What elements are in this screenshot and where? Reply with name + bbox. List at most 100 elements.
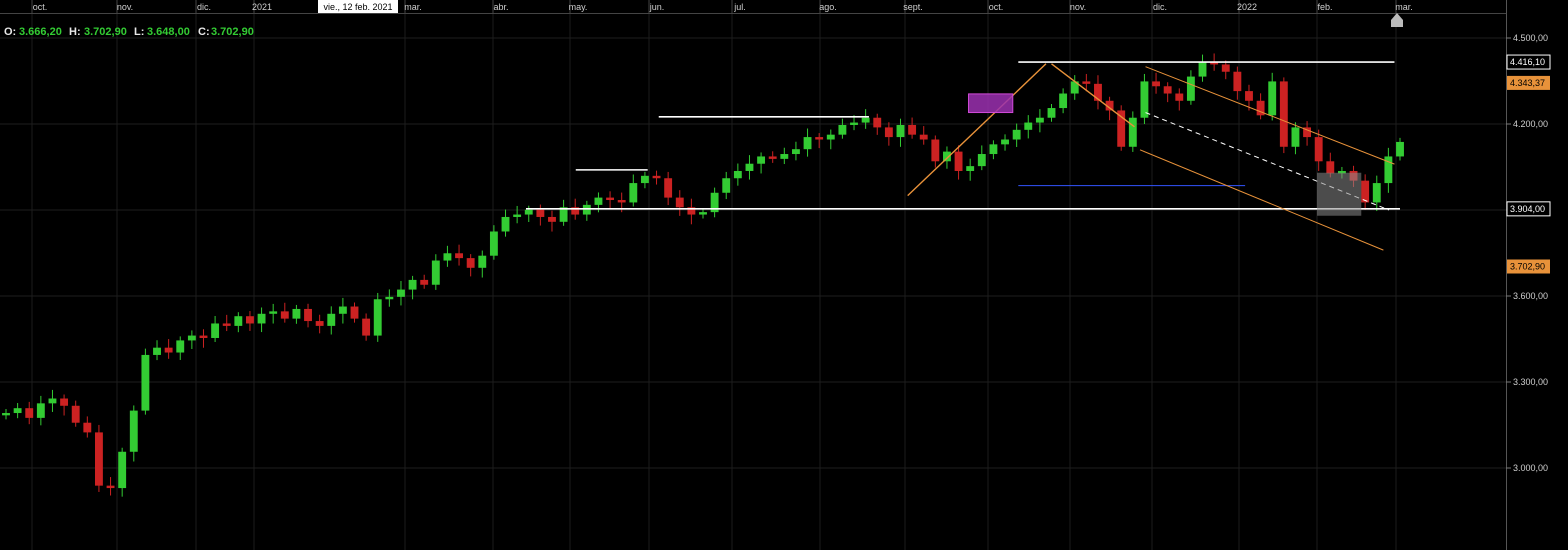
candle-down: [1361, 180, 1370, 203]
candle-up: [1012, 129, 1021, 140]
candle-up: [385, 296, 394, 300]
candle-down: [1163, 86, 1172, 94]
candle-up: [408, 279, 417, 290]
high-key: H:: [69, 26, 81, 38]
candle-up: [431, 260, 440, 285]
time-axis-label: dic.: [1153, 2, 1167, 12]
time-axis-label: 2022: [1237, 2, 1257, 12]
candle-up: [861, 117, 870, 123]
candle-up: [722, 178, 731, 193]
candle-up: [791, 149, 800, 155]
time-axis-label: oct.: [33, 2, 48, 12]
candle-up: [501, 216, 510, 232]
candle-down: [94, 432, 103, 486]
candle-up: [1059, 93, 1068, 109]
time-axis-label: oct.: [989, 2, 1004, 12]
candle-up: [443, 253, 452, 261]
candle-down: [908, 124, 917, 135]
candle-up: [373, 299, 382, 336]
candle-up: [153, 347, 161, 355]
candle-down: [536, 209, 545, 217]
time-axis-label: jul.: [733, 2, 746, 12]
time-axis-label: jun.: [649, 2, 665, 12]
candle-down: [1314, 137, 1323, 162]
candle-up: [850, 122, 858, 125]
candle-up: [780, 154, 789, 159]
price-tag-label: 4.416,10: [1510, 57, 1545, 67]
candle-up: [13, 408, 22, 414]
candle-down: [164, 347, 173, 353]
candle-down: [362, 318, 371, 336]
candle-down: [1279, 81, 1288, 147]
candle-down: [420, 279, 429, 285]
candle-up: [1186, 76, 1195, 101]
candle-up: [989, 144, 998, 155]
candle-down: [815, 137, 824, 140]
candle-up: [489, 231, 498, 256]
low-key: L:: [134, 26, 144, 38]
candle-up: [48, 398, 57, 404]
candle-up: [1396, 141, 1404, 157]
candle-up: [478, 255, 487, 268]
candle-up: [269, 311, 278, 314]
candle-up: [211, 323, 220, 338]
time-axis-label: nov.: [117, 2, 133, 12]
candle-down: [617, 200, 626, 203]
candle-down: [548, 216, 556, 222]
close-key: C:: [198, 26, 210, 38]
candle-down: [675, 197, 684, 208]
candle-up: [594, 197, 603, 205]
candle-up: [896, 124, 905, 138]
candle-up: [513, 214, 522, 217]
time-axis-divider: [0, 13, 1506, 14]
open-key: O:: [4, 26, 16, 38]
candle-down: [280, 311, 289, 319]
candle-up: [141, 354, 150, 411]
candle-up: [1128, 117, 1137, 147]
candle-down: [1152, 81, 1160, 87]
candle-up: [629, 183, 638, 203]
candle-up: [1268, 81, 1277, 116]
price-axis-label: 4.200,00: [1513, 119, 1548, 129]
time-axis-label: nov.: [1070, 2, 1086, 12]
time-axis-label: ago.: [819, 2, 837, 12]
candle-up: [1372, 183, 1381, 203]
time-axis-label: 2021: [252, 2, 272, 12]
candle-down: [664, 178, 673, 198]
candle-up: [977, 154, 986, 167]
close-value: 3.702,90: [211, 26, 254, 38]
candle-down: [954, 151, 963, 171]
candle-down: [246, 316, 254, 324]
candle-up: [582, 204, 591, 215]
candle-down: [1082, 81, 1091, 84]
price-tag-label: 3.904,00: [1510, 204, 1545, 214]
price-axis-label: 3.000,00: [1513, 463, 1548, 473]
candle-up: [397, 289, 405, 297]
candle-down: [199, 335, 208, 338]
candle-up: [257, 313, 266, 324]
purple-rectangle: [968, 93, 1014, 114]
candle-up: [1024, 122, 1033, 130]
price-axis-label: 4.500,00: [1513, 33, 1548, 43]
time-axis-label: mar.: [1395, 2, 1413, 12]
time-axis-label: dic.: [197, 2, 211, 12]
candle-down: [884, 127, 893, 138]
candle-up: [292, 308, 301, 319]
candle-up: [1047, 108, 1056, 118]
candle-up: [733, 170, 742, 179]
low-value: 3.648,00: [147, 26, 190, 38]
candle-up: [187, 335, 196, 341]
candle-down: [71, 405, 80, 423]
crosshair-date-text: vie., 12 feb. 2021: [323, 2, 392, 12]
candle-up: [826, 134, 835, 140]
time-axis-label: may.: [569, 2, 588, 12]
candle-down: [60, 398, 69, 406]
candle-down: [768, 156, 777, 159]
candle-down: [873, 117, 882, 128]
candle-up: [524, 209, 533, 215]
candle-up: [1140, 81, 1149, 118]
candlestick-chart[interactable]: oct. nov. dic. 2021 mar. abr. may. jun. jul. ago.…: [0, 0, 1568, 550]
price-tag-label: 3.702,90: [1510, 262, 1545, 272]
candle-down: [350, 306, 359, 319]
candle-down: [931, 139, 940, 162]
